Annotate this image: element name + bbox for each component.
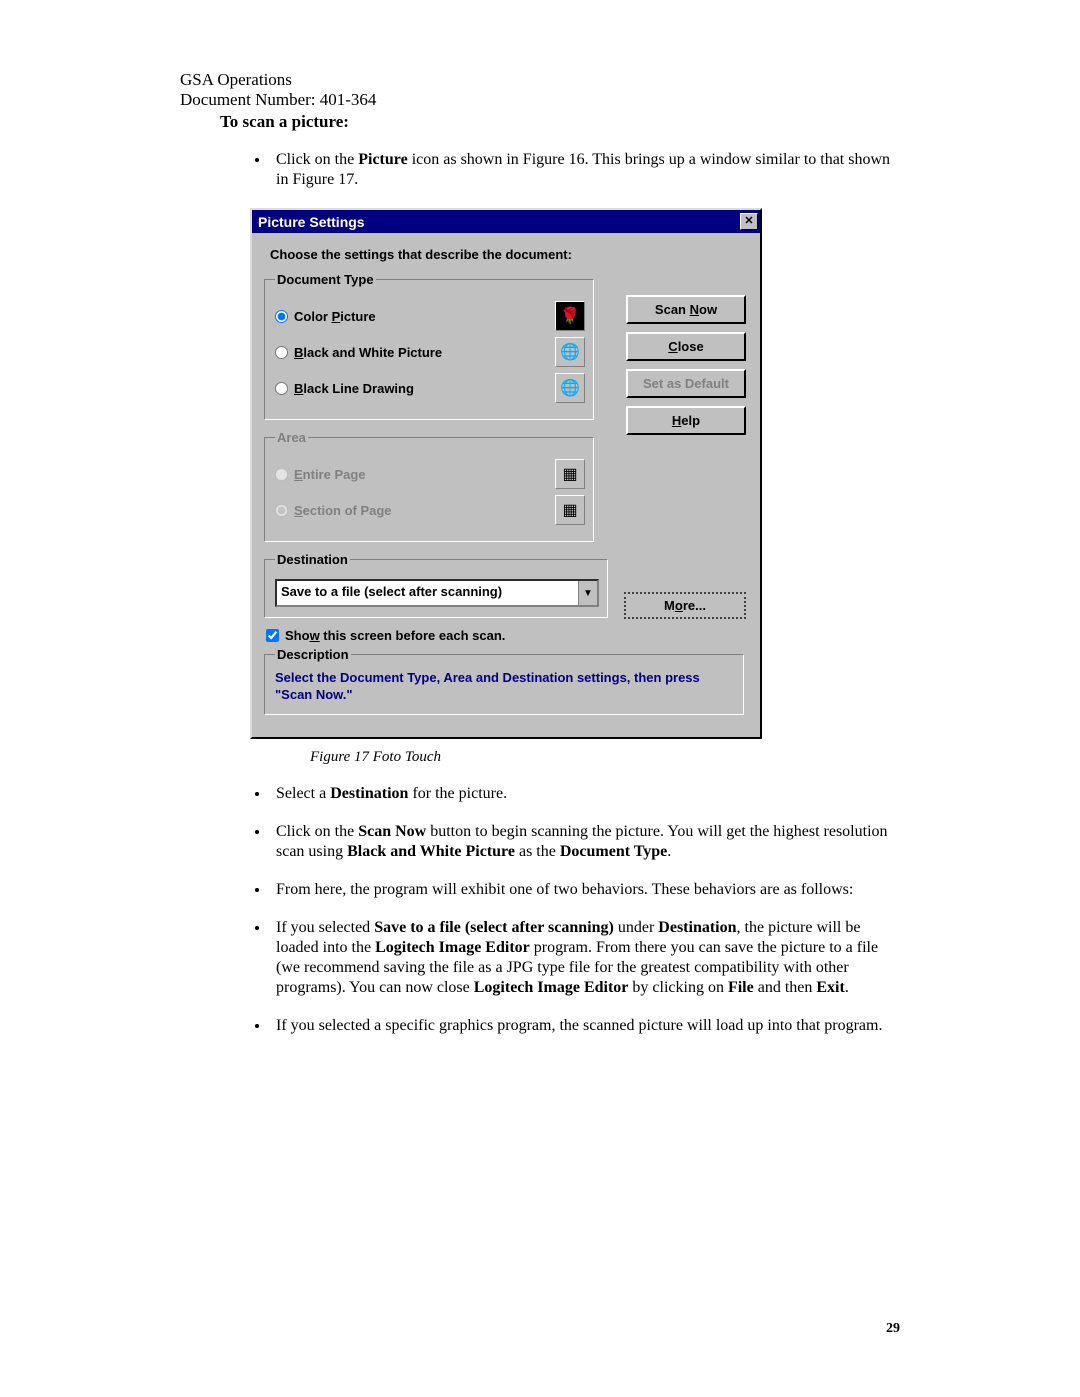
- area-group: Area Entire Page ▦ Section of Page ▦: [264, 430, 594, 542]
- dialog-titlebar: Picture Settings ✕: [252, 210, 760, 233]
- header-docnum: Document Number: 401-364: [180, 90, 900, 110]
- area-radio-label: Section of Page: [275, 503, 392, 518]
- more-button[interactable]: More...: [624, 592, 746, 619]
- instruction-bullet: From here, the program will exhibit one …: [270, 880, 900, 900]
- figure-caption: Figure 17 Foto Touch: [310, 749, 900, 766]
- doctype-radio-label[interactable]: Black Line Drawing: [275, 381, 414, 396]
- instruction-bullet: Click on the Scan Now button to begin sc…: [270, 822, 900, 862]
- section-heading: To scan a picture:: [220, 112, 900, 132]
- intro-bullet: Click on the Picture icon as shown in Fi…: [270, 150, 900, 190]
- document-type-legend: Document Type: [275, 272, 376, 287]
- destination-value: Save to a file (select after scanning): [277, 581, 578, 605]
- destination-legend: Destination: [275, 552, 350, 567]
- close-icon[interactable]: ✕: [740, 213, 758, 230]
- destination-select[interactable]: Save to a file (select after scanning) ▼: [275, 579, 599, 607]
- doctype-option: Color Picture 🌹: [275, 301, 585, 331]
- dialog-prompt: Choose the settings that describe the do…: [270, 247, 748, 262]
- header-org: GSA Operations: [180, 70, 900, 90]
- area-legend: Area: [275, 430, 308, 445]
- scan-now-button[interactable]: Scan Now: [626, 295, 746, 324]
- area-option: Entire Page ▦: [275, 459, 585, 489]
- chevron-down-icon[interactable]: ▼: [578, 581, 597, 605]
- option-thumb-icon: 🌐: [555, 337, 585, 367]
- option-thumb-icon: 🌹: [555, 301, 585, 331]
- option-thumb-icon: 🌐: [555, 373, 585, 403]
- show-screen-label: Show this screen before each scan.: [285, 628, 505, 643]
- description-legend: Description: [275, 647, 351, 662]
- option-thumb-icon: ▦: [555, 459, 585, 489]
- doctype-radio[interactable]: [275, 382, 288, 395]
- doctype-option: Black Line Drawing 🌐: [275, 373, 585, 403]
- instruction-bullet: Select a Destination for the picture.: [270, 784, 900, 804]
- document-type-group: Document Type Color Picture 🌹 Black and Wh…: [264, 272, 594, 420]
- description-group: Description Select the Document Type, Ar…: [264, 647, 744, 715]
- area-option: Section of Page ▦: [275, 495, 585, 525]
- dialog-title: Picture Settings: [258, 214, 365, 230]
- instruction-bullet: If you selected a specific graphics prog…: [270, 1016, 900, 1036]
- doctype-radio[interactable]: [275, 310, 288, 323]
- page-number: 29: [886, 1321, 900, 1337]
- doctype-radio-label[interactable]: Color Picture: [275, 309, 376, 324]
- description-text: Select the Document Type, Area and Desti…: [275, 670, 735, 704]
- option-thumb-icon: ▦: [555, 495, 585, 525]
- instruction-bullet: If you selected Save to a file (select a…: [270, 918, 900, 998]
- set-default-button[interactable]: Set as Default: [626, 369, 746, 398]
- picture-settings-dialog: Picture Settings ✕ Choose the settings t…: [250, 208, 762, 739]
- doctype-radio-label[interactable]: Black and White Picture: [275, 345, 442, 360]
- area-radio: [275, 504, 288, 517]
- help-button[interactable]: Help: [626, 406, 746, 435]
- destination-group: Destination Save to a file (select after…: [264, 552, 608, 618]
- area-radio-label: Entire Page: [275, 467, 366, 482]
- doctype-option: Black and White Picture 🌐: [275, 337, 585, 367]
- show-screen-checkbox[interactable]: [266, 629, 279, 642]
- doctype-radio[interactable]: [275, 346, 288, 359]
- area-radio: [275, 468, 288, 481]
- close-button[interactable]: Close: [626, 332, 746, 361]
